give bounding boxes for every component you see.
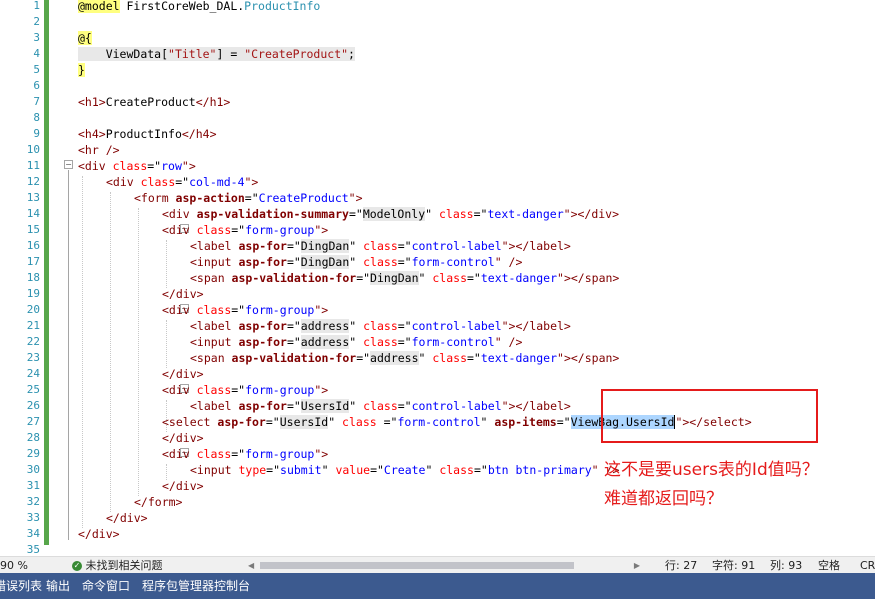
code-line-14: <div asp-validation-summary="ModelOnly" … [162, 207, 620, 221]
line-number: 29 [26, 447, 40, 460]
line-number: 10 [26, 143, 40, 156]
line-number: 22 [26, 335, 40, 348]
line-number: 15 [26, 223, 40, 236]
code-line-29: <div class="form-group"> [162, 447, 329, 461]
scroll-right-icon[interactable]: ▶ [634, 560, 640, 571]
change-indicator-bar [44, 0, 49, 545]
line-number: 27 [26, 415, 40, 428]
line-number: 25 [26, 383, 40, 396]
code-line-15: <div class="form-group"> [162, 223, 329, 237]
line-number: 2 [33, 15, 40, 28]
tab-command-window[interactable]: 命令窗口 [82, 579, 130, 593]
indent-guide [82, 176, 83, 528]
line-number: 14 [26, 207, 40, 220]
scrollbar-thumb[interactable] [260, 562, 574, 569]
line-number: 19 [26, 287, 40, 300]
code-line-25: <div class="form-group"> [162, 383, 329, 397]
line-number: 11 [26, 159, 40, 172]
line-number: 34 [26, 527, 40, 540]
code-line-9: <h4>ProductInfo</h4> [78, 127, 217, 141]
code-line-31: </div> [162, 479, 204, 493]
indent-guide [166, 320, 167, 368]
code-editor[interactable]: 1 2 3 4 5 6 7 8 9 10 11 12 13 14 15 16 17 18 19 20 21 22 23 24 2… [0, 0, 875, 556]
line-number: 18 [26, 271, 40, 284]
horizontal-scrollbar[interactable]: ◀ ▶ [248, 560, 640, 571]
code-line-16: <label asp-for="DingDan" class="control-… [190, 239, 571, 253]
zoom-level[interactable]: 90 % [0, 558, 28, 573]
code-line-19: </div> [162, 287, 204, 301]
line-number: 20 [26, 303, 40, 316]
line-number: 3 [33, 31, 40, 44]
line-number: 21 [26, 319, 40, 332]
check-circle-icon: ✓ [72, 561, 82, 571]
tab-output[interactable]: 输出 [46, 579, 70, 593]
status-bar: 90 % ✓ 未找到相关问题 ◀ ▶ 行: 27 字符: 91 列: 93 空格… [0, 556, 875, 573]
indent-guide [110, 192, 111, 512]
line-number: 16 [26, 239, 40, 252]
line-number: 24 [26, 367, 40, 380]
line-number: 26 [26, 399, 40, 412]
indent-mode[interactable]: 空格 [818, 558, 840, 573]
line-number: 30 [26, 463, 40, 476]
line-number: 12 [26, 175, 40, 188]
issues-text: 未找到相关问题 [85, 559, 163, 572]
code-line-13: <form asp-action="CreateProduct"> [134, 191, 363, 205]
code-line-33: </div> [106, 511, 148, 525]
code-line-11: <div class="row"> [78, 159, 196, 173]
code-line-21: <label asp-for="address" class="control-… [190, 319, 571, 333]
code-line-17: <input asp-for="DingDan" class="form-con… [190, 255, 523, 269]
tab-package-manager-console[interactable]: 程序包管理器控制台 [142, 579, 250, 593]
fold-toggle-icon[interactable]: − [64, 160, 73, 169]
code-line-34: </div> [78, 527, 120, 541]
code-line-4: ViewData["Title"] = "CreateProduct"; [78, 46, 355, 62]
line-number: 7 [33, 95, 40, 108]
line-number: 17 [26, 255, 40, 268]
indent-guide [138, 208, 139, 496]
code-line-20: <div class="form-group"> [162, 303, 329, 317]
code-line-23: <span asp-validation-for="address" class… [190, 351, 620, 365]
cursor-char: 字符: 91 [712, 559, 756, 572]
code-line-5: } [78, 63, 85, 77]
line-ending[interactable]: CR [860, 558, 875, 573]
code-line-30: <input type="submit" value="Create" clas… [190, 463, 620, 477]
line-number: 32 [26, 495, 40, 508]
annotation-note-line-1: 这不是要users表的Id值吗？ [604, 460, 819, 480]
line-number: 28 [26, 431, 40, 444]
line-number: 23 [26, 351, 40, 364]
highlight-box [601, 389, 818, 443]
annotation-note-line-2: 难道都返回吗？ [604, 489, 723, 509]
line-number: 6 [33, 79, 40, 92]
bottom-tool-tabs: 错误列表 输出 命令窗口 程序包管理器控制台 [0, 573, 875, 599]
line-number: 8 [33, 111, 40, 124]
code-line-7: <h1>CreateProduct</h1> [78, 95, 231, 109]
line-number: 33 [26, 511, 40, 524]
line-number: 13 [26, 191, 40, 204]
fold-region-line [68, 170, 69, 540]
tab-error-list[interactable]: 错误列表 [0, 579, 42, 593]
code-line-28: </div> [162, 431, 204, 445]
code-line-10: <hr /> [78, 143, 120, 157]
line-number: 9 [33, 127, 40, 140]
scroll-left-icon[interactable]: ◀ [248, 560, 254, 571]
line-number: 4 [33, 47, 40, 60]
indent-guide [166, 240, 167, 288]
code-line-24: </div> [162, 367, 204, 381]
cursor-col: 列: 93 [770, 559, 803, 572]
issues-indicator[interactable]: ✓ 未找到相关问题 [72, 558, 163, 573]
code-line-3: @{ [78, 31, 92, 45]
code-line-12: <div class="col-md-4"> [106, 175, 259, 189]
code-line-26: <label asp-for="UsersId" class="control-… [190, 399, 571, 413]
line-number: 35 [26, 543, 40, 556]
line-number: 1 [33, 0, 40, 12]
line-number: 5 [33, 63, 40, 76]
code-line-22: <input asp-for="address" class="form-con… [190, 335, 523, 349]
code-line-1: @model FirstCoreWeb_DAL.ProductInfo [78, 0, 321, 13]
code-line-18: <span asp-validation-for="DingDan" class… [190, 271, 620, 285]
line-number: 31 [26, 479, 40, 492]
cursor-row: 行: 27 [665, 559, 698, 572]
code-line-32: </form> [134, 495, 183, 509]
